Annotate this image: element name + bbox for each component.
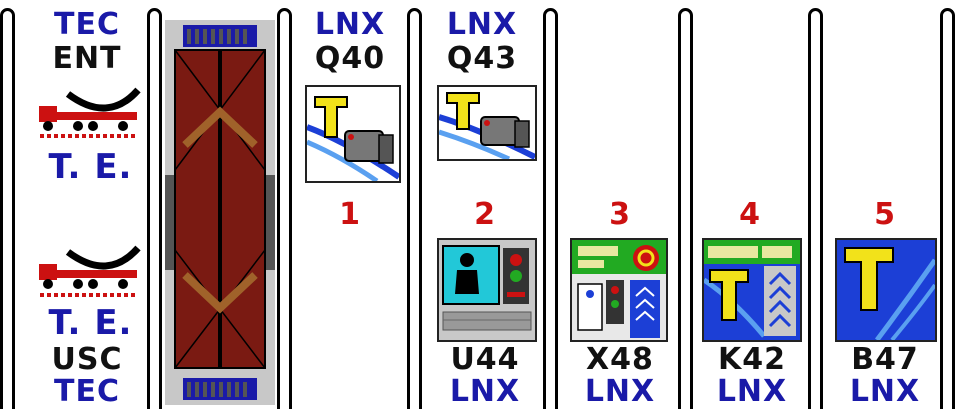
fastpay-cash-icon[interactable] bbox=[570, 238, 668, 342]
entry-code-label: ENT bbox=[52, 41, 122, 76]
lane-separator bbox=[407, 8, 422, 409]
fastpay-telepass-icon[interactable] bbox=[702, 238, 802, 342]
lane-4-bottom-operator: LNX bbox=[716, 374, 788, 409]
lane-2-top-operator: LNX bbox=[446, 7, 518, 42]
lane-separator bbox=[808, 8, 823, 409]
lane-4-bottom-code: K42 bbox=[718, 342, 786, 377]
lane-separator bbox=[678, 8, 693, 409]
toll-island-icon bbox=[165, 20, 275, 405]
lane-separator bbox=[940, 8, 955, 409]
telepass-camera-icon[interactable] bbox=[305, 85, 401, 183]
lane-1-number: 1 bbox=[339, 197, 361, 232]
lane-2-number: 2 bbox=[474, 197, 496, 232]
exit-operator-label: TEC bbox=[54, 374, 120, 409]
lane-separator bbox=[277, 8, 292, 409]
entry-operator-label: TEC bbox=[54, 7, 120, 42]
lane-3-number: 3 bbox=[609, 197, 631, 232]
lane-3-bottom-code: X48 bbox=[586, 342, 654, 377]
exit-te-label: T. E. bbox=[48, 303, 133, 343]
telepass-camera-icon[interactable] bbox=[437, 85, 537, 161]
lane-1-top-code: Q40 bbox=[314, 41, 386, 76]
lane-2-top-code: Q43 bbox=[446, 41, 518, 76]
lane-2-bottom-code: U44 bbox=[450, 342, 520, 377]
lane-1-top-operator: LNX bbox=[314, 7, 386, 42]
exit-code-label: USC bbox=[51, 342, 123, 377]
telepass-icon[interactable] bbox=[835, 238, 937, 342]
lane-3-bottom-operator: LNX bbox=[584, 374, 656, 409]
lane-separator bbox=[147, 8, 162, 409]
truck-icon-top bbox=[39, 87, 141, 138]
lane-2-bottom-operator: LNX bbox=[449, 374, 521, 409]
lane-5-bottom-operator: LNX bbox=[849, 374, 921, 409]
manned-booth-icon[interactable] bbox=[437, 238, 537, 342]
truck-icon-bottom bbox=[39, 245, 141, 297]
lane-separator bbox=[0, 8, 15, 409]
lane-5-number: 5 bbox=[874, 197, 896, 232]
lane-separator bbox=[543, 8, 558, 409]
lane-4-number: 4 bbox=[739, 197, 761, 232]
entry-te-label: T. E. bbox=[48, 147, 133, 187]
lane-5-bottom-code: B47 bbox=[851, 342, 919, 377]
